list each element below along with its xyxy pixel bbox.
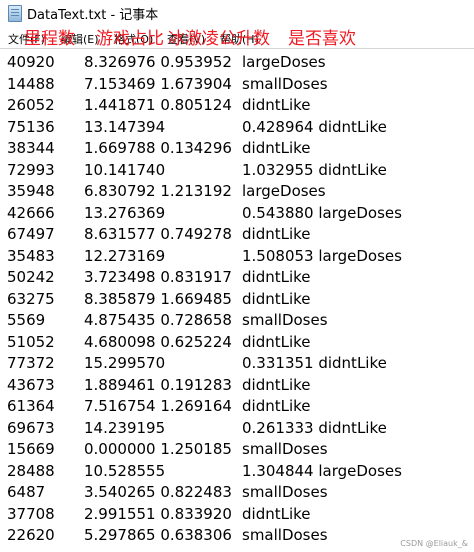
line-values: 0.000000 1.250185	[84, 440, 232, 458]
notepad-icon	[8, 5, 22, 22]
line-label: 0.543880 largeDoses	[242, 203, 402, 222]
line-mileage: 67497	[7, 225, 55, 243]
line-label: 0.428964 didntLike	[242, 117, 387, 136]
line-values: 7.516754 1.269164	[84, 397, 232, 415]
line-mileage: 15669	[7, 440, 55, 458]
line-values: 13.276369	[84, 203, 166, 222]
line-label: didntLike	[242, 289, 311, 308]
line-mileage: 50242	[7, 268, 55, 286]
line-label: 1.508053 largeDoses	[242, 246, 402, 265]
annotation-like: 是否喜欢	[288, 29, 356, 49]
line-values: 5.297865 0.638306	[84, 526, 232, 544]
line-label: 0.331351 didntLike	[242, 354, 387, 372]
line-values: 14.239195	[84, 418, 166, 437]
text-editor[interactable]: 40920 8.326976 0.953952 largeDoses 14488 7.1…	[0, 48, 474, 552]
line-mileage: 5569	[7, 311, 46, 329]
line-mileage: 14488	[7, 74, 55, 93]
line-mileage: 51052	[7, 332, 55, 351]
annotation-mileage: 里程数	[24, 29, 75, 49]
line-values: 6.830792 1.213192	[84, 182, 232, 200]
line-mileage: 40920	[7, 53, 55, 71]
line-mileage: 63275	[7, 289, 55, 308]
title-bar: DataText.txt - 记事本	[0, 0, 474, 26]
line-values: 3.723498 0.831917	[84, 268, 232, 286]
line-values: 1.889461 0.191283	[84, 375, 232, 394]
line-label: didntLike	[242, 375, 311, 394]
line-values: 1.669788 0.134296	[84, 139, 232, 157]
line-mileage: 38344	[7, 139, 55, 157]
line-values: 8.631577 0.749278	[84, 225, 232, 243]
line-label: smallDoses	[242, 440, 328, 458]
line-values: 15.299570	[84, 354, 166, 372]
line-label: smallDoses	[242, 526, 328, 544]
annotation-game-ratio: 游戏占比	[96, 29, 164, 49]
line-mileage: 77372	[7, 354, 55, 372]
line-mileage: 28488	[7, 461, 55, 480]
line-label: smallDoses	[242, 74, 328, 93]
line-label: didntLike	[242, 96, 311, 114]
line-values: 4.875435 0.728658	[84, 311, 232, 329]
line-mileage: 22620	[7, 526, 55, 544]
window-title: DataText.txt - 记事本	[27, 8, 159, 23]
line-label: largeDoses	[242, 182, 326, 200]
line-values: 2.991551 0.833920	[84, 504, 232, 523]
line-label: didntLike	[242, 225, 311, 243]
annotation-icecream: 冰激凌公升数	[168, 29, 270, 49]
line-mileage: 35948	[7, 182, 55, 200]
line-label: didntLike	[242, 504, 311, 523]
line-label: largeDoses	[242, 53, 326, 71]
line-label: smallDoses	[242, 483, 328, 501]
line-mileage: 69673	[7, 418, 55, 437]
line-values: 13.147394	[84, 117, 166, 136]
line-label: 1.304844 largeDoses	[242, 461, 402, 480]
line-values: 1.441871 0.805124	[84, 96, 232, 114]
line-values: 3.540265 0.822483	[84, 483, 232, 501]
line-label: didntLike	[242, 268, 311, 286]
line-values: 7.153469 1.673904	[84, 74, 232, 93]
line-values: 8.326976 0.953952	[84, 53, 232, 71]
line-label: 1.032955 didntLike	[242, 160, 387, 179]
line-label: didntLike	[242, 332, 311, 351]
line-values: 10.141740	[84, 160, 166, 179]
line-values: 12.273169	[84, 246, 166, 265]
line-mileage: 6487	[7, 483, 46, 501]
line-label: smallDoses	[242, 311, 328, 329]
line-values: 4.680098 0.625224	[84, 332, 232, 351]
line-mileage: 26052	[7, 96, 55, 114]
line-mileage: 35483	[7, 246, 55, 265]
line-mileage: 37708	[7, 504, 55, 523]
line-mileage: 72993	[7, 160, 55, 179]
line-values: 10.528555	[84, 461, 166, 480]
line-mileage: 61364	[7, 397, 55, 415]
line-mileage: 42666	[7, 203, 55, 222]
line-mileage: 43673	[7, 375, 55, 394]
watermark: CSDN @Eliauk_&	[400, 539, 468, 548]
line-label: 0.261333 didntLike	[242, 418, 387, 437]
line-mileage: 75136	[7, 117, 55, 136]
line-label: didntLike	[242, 139, 311, 157]
line-values: 8.385879 1.669485	[84, 289, 232, 308]
line-label: didntLike	[242, 397, 311, 415]
